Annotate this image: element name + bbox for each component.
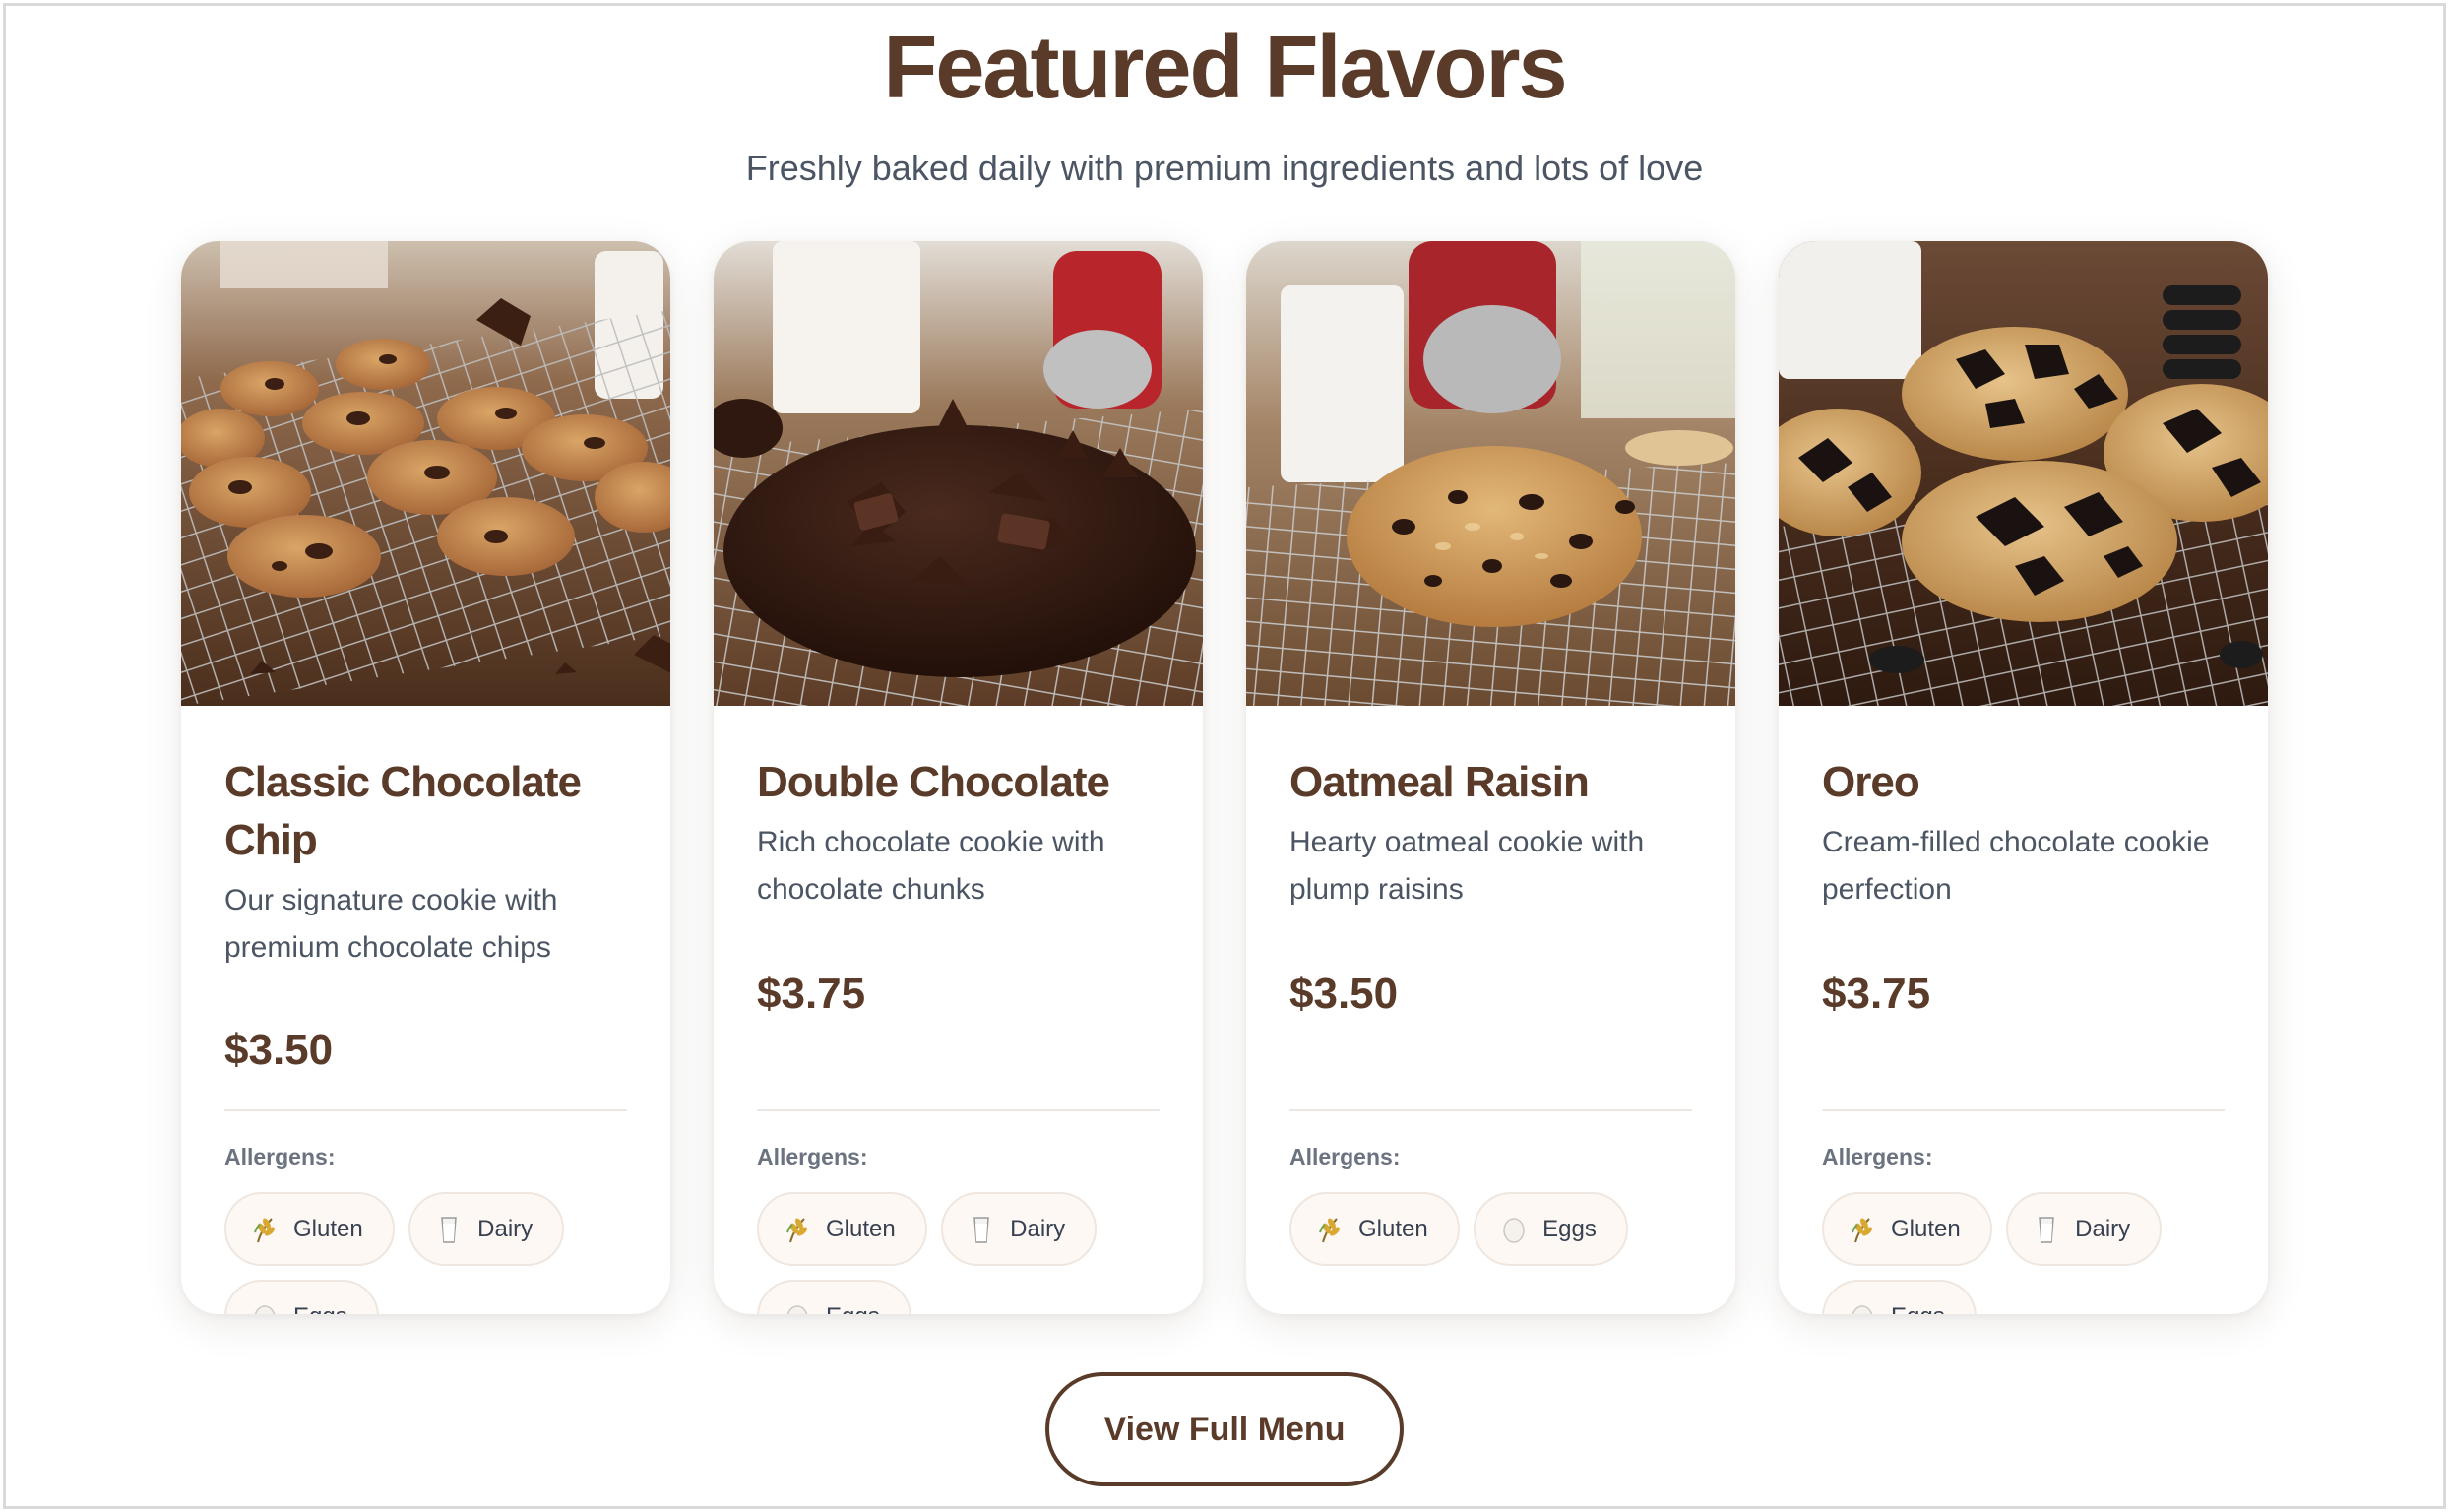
allergen-label-text: Eggs (1542, 1215, 1597, 1242)
allergen-chip-eggs: Eggs (1474, 1192, 1628, 1266)
allergens-label: Allergens: (757, 1144, 868, 1169)
allergens-label: Allergens: (224, 1144, 336, 1169)
product-card-classic-chocolate-chip[interactable]: Classic Chocolate Chip Our signature coo… (181, 241, 670, 1314)
product-card-oreo[interactable]: Oreo Cream-filled chocolate cookie perfe… (1779, 241, 2268, 1314)
allergen-chip-eggs: Eggs (224, 1280, 379, 1314)
product-description: Cream-filled chocolate cookie perfection (1822, 826, 2210, 906)
milk-glass-icon (2032, 1215, 2061, 1244)
egg-icon (1499, 1215, 1529, 1244)
card-body: Classic Chocolate Chip Our signature coo… (224, 753, 627, 972)
product-image-oreo (1779, 241, 2268, 706)
allergen-label-text: Gluten (1891, 1215, 1961, 1242)
allergen-chips: Gluten Dairy Eggs (224, 1192, 627, 1314)
allergen-chips: Gluten Eggs (1289, 1192, 1692, 1280)
allergen-chip-gluten: Gluten (1822, 1192, 1992, 1266)
product-description: Our signature cookie with premium chocol… (224, 884, 558, 964)
allergen-chip-eggs: Eggs (1822, 1280, 1977, 1314)
allergen-chip-gluten: Gluten (1289, 1192, 1460, 1266)
allergen-chips: Gluten Dairy Eggs (757, 1192, 1160, 1314)
product-image-oatmeal-raisin (1246, 241, 1735, 706)
allergen-label-text: Gluten (1358, 1215, 1428, 1242)
product-cards: Classic Chocolate Chip Our signature coo… (181, 241, 2268, 1314)
milk-glass-icon (434, 1215, 464, 1244)
view-full-menu-button[interactable]: View Full Menu (1045, 1372, 1404, 1486)
milk-glass-icon (967, 1215, 996, 1244)
card-divider (1822, 1109, 2225, 1111)
section-subtitle: Freshly baked daily with premium ingredi… (745, 148, 1704, 188)
allergen-label-text: Dairy (1010, 1215, 1066, 1242)
product-name: Oreo (1822, 758, 1920, 806)
allergen-label-text: Gluten (293, 1215, 363, 1242)
product-price: $3.75 (1822, 970, 1931, 1018)
allergen-chip-gluten: Gluten (757, 1192, 927, 1266)
product-card-oatmeal-raisin[interactable]: Oatmeal Raisin Hearty oatmeal cookie wit… (1246, 241, 1735, 1314)
card-divider (1289, 1109, 1692, 1111)
allergen-chip-dairy: Dairy (2006, 1192, 2163, 1266)
card-body: Double Chocolate Rich chocolate cookie w… (757, 753, 1160, 914)
allergen-label-text: Gluten (826, 1215, 896, 1242)
product-image-double-chocolate (714, 241, 1203, 706)
card-body: Oatmeal Raisin Hearty oatmeal cookie wit… (1289, 753, 1692, 914)
allergen-label-text: Eggs (293, 1303, 347, 1315)
wheat-icon (250, 1215, 280, 1244)
allergen-label-text: Dairy (477, 1215, 534, 1242)
allergen-label-text: Dairy (2075, 1215, 2131, 1242)
card-divider (757, 1109, 1160, 1111)
product-price: $3.50 (1289, 970, 1399, 1018)
allergen-chip-dairy: Dairy (941, 1192, 1098, 1266)
allergen-chip-dairy: Dairy (408, 1192, 565, 1266)
card-body: Oreo Cream-filled chocolate cookie perfe… (1822, 753, 2225, 914)
product-name: Classic Chocolate Chip (224, 758, 582, 864)
allergen-label-text: Eggs (826, 1303, 880, 1315)
egg-icon (250, 1302, 280, 1314)
egg-icon (783, 1302, 812, 1314)
product-description: Hearty oatmeal cookie with plump raisins (1289, 826, 1645, 906)
product-price: $3.75 (757, 970, 866, 1018)
product-name: Double Chocolate (757, 758, 1110, 806)
allergens-label: Allergens: (1822, 1144, 1933, 1169)
product-image-classic-chocolate-chip (181, 241, 670, 706)
product-name: Oatmeal Raisin (1289, 758, 1590, 806)
product-description: Rich chocolate cookie with chocolate chu… (757, 826, 1105, 906)
wheat-icon (1848, 1215, 1877, 1244)
allergens-label: Allergens: (1289, 1144, 1401, 1169)
section-title: Featured Flavors (883, 19, 1567, 117)
product-card-double-chocolate[interactable]: Double Chocolate Rich chocolate cookie w… (714, 241, 1203, 1314)
egg-icon (1848, 1302, 1877, 1314)
allergen-chips: Gluten Dairy Eggs (1822, 1192, 2225, 1314)
allergen-chip-eggs: Eggs (757, 1280, 911, 1314)
wheat-icon (783, 1215, 812, 1244)
allergen-chip-gluten: Gluten (224, 1192, 395, 1266)
card-divider (224, 1109, 627, 1111)
product-price: $3.50 (224, 1026, 334, 1074)
allergen-label-text: Eggs (1891, 1303, 1945, 1315)
wheat-icon (1315, 1215, 1345, 1244)
